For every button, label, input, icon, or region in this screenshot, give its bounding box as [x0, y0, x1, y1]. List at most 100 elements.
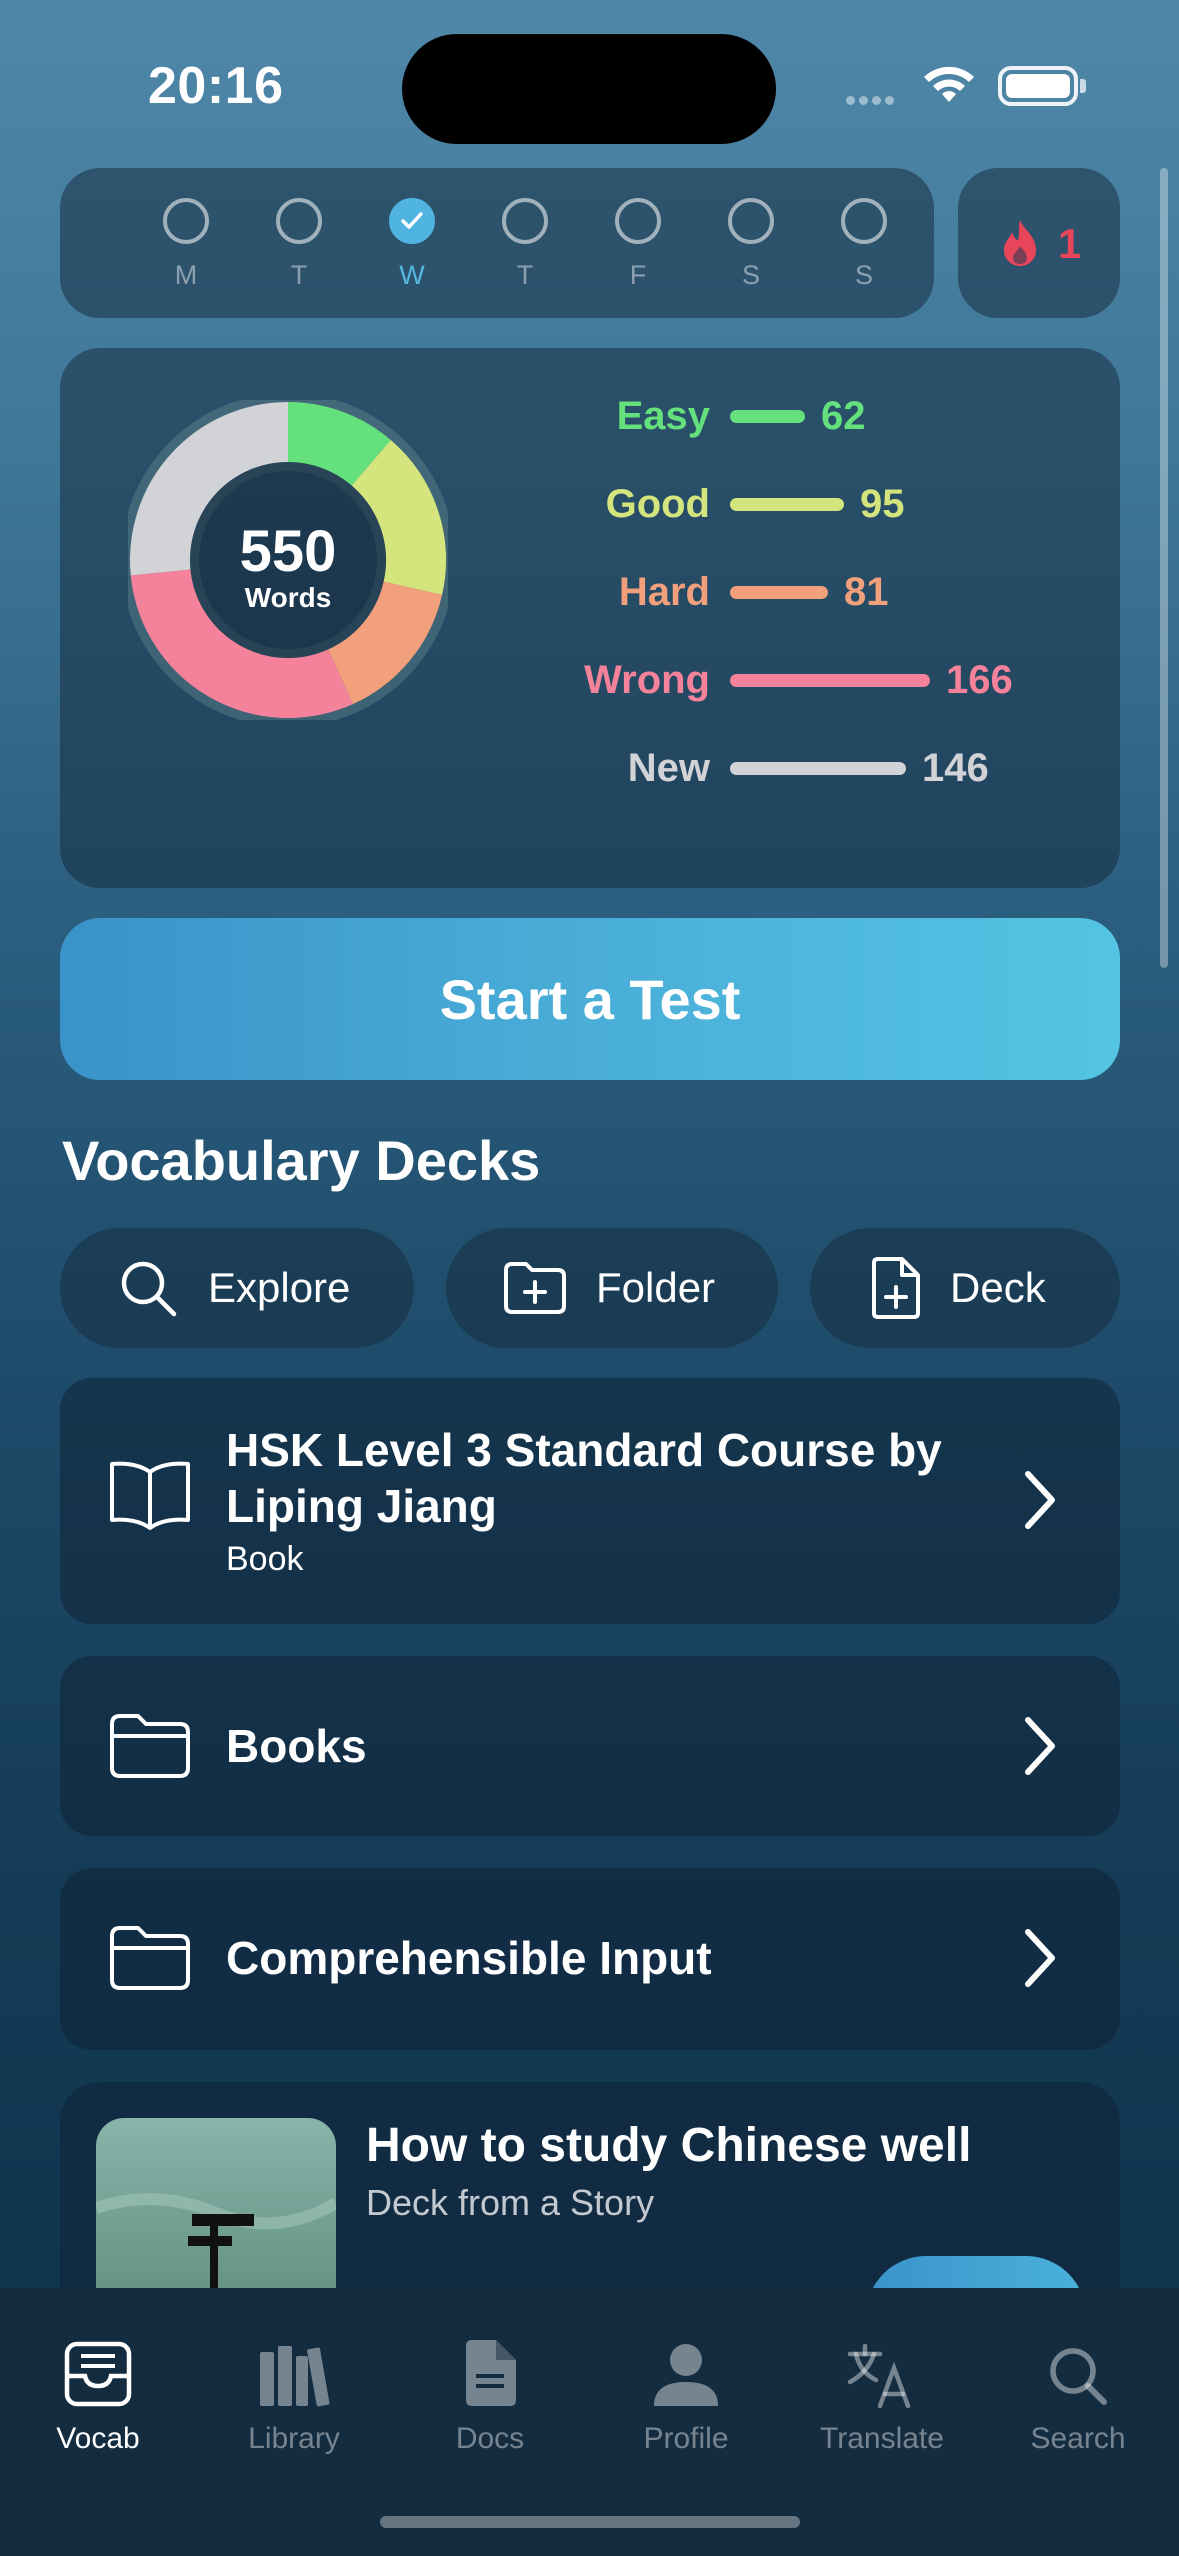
folder-icon: [110, 1926, 190, 1990]
legend-label: Wrong: [584, 658, 710, 702]
folder-label: Folder: [596, 1264, 716, 1311]
day-label: S: [854, 260, 873, 290]
tab-label: Translate: [820, 2422, 944, 2455]
start-test-label: Start a Test: [439, 967, 741, 1031]
streak-count: 1: [1058, 220, 1082, 267]
search-icon: [1050, 2348, 1107, 2405]
chevron-right-icon: [1025, 1929, 1055, 1987]
day-check-circle: [389, 198, 435, 244]
day-circle: [841, 198, 887, 244]
day-circle: [276, 198, 322, 244]
battery-icon: [998, 66, 1078, 106]
day-label: T: [290, 260, 308, 290]
day-label: F: [629, 260, 647, 290]
legend-bar: [730, 674, 930, 687]
legend-label: Hard: [618, 570, 710, 614]
story-title: How to study Chinese well: [366, 2119, 972, 2172]
tab-translate[interactable]: Translate: [784, 2318, 980, 2456]
new-folder-button[interactable]: Folder: [446, 1228, 778, 1348]
legend-value: 62: [821, 394, 866, 438]
tab-search[interactable]: Search: [980, 2318, 1176, 2456]
battery-tip: [1080, 79, 1086, 93]
legend-bar: [730, 498, 844, 511]
section-title: Vocabulary Decks: [62, 1129, 541, 1192]
day-wednesday: W: [382, 198, 442, 291]
vocab-tray-icon: [64, 2341, 132, 2407]
legend-value: 146: [922, 746, 989, 790]
legend-value: 95: [860, 482, 905, 526]
start-test-button[interactable]: Start a Test: [60, 918, 1120, 1080]
day-label: T: [516, 260, 534, 290]
deck-label: Deck: [950, 1264, 1046, 1311]
checkmark-icon: [401, 212, 423, 229]
tab-docs[interactable]: Docs: [392, 2318, 588, 2456]
legend-row-wrong: Wrong 166: [550, 650, 1110, 710]
deck-item-hsk3[interactable]: HSK Level 3 Standard Course by Liping Ji…: [60, 1378, 1120, 1624]
deck-title: Books: [226, 1720, 367, 1772]
legend-value: 81: [844, 570, 889, 614]
deck-title-line1: HSK Level 3 Standard Course by: [226, 1424, 942, 1476]
donut-center: 550 Words: [128, 400, 448, 720]
day-circle: [728, 198, 774, 244]
status-time: 20:16: [148, 57, 284, 115]
legend-row-good: Good 95: [550, 474, 1110, 534]
new-deck-button[interactable]: Deck: [810, 1228, 1120, 1348]
folder-plus-icon: [504, 1262, 566, 1314]
total-words-count: 550: [239, 519, 337, 584]
chevron-right-icon: [1025, 1471, 1055, 1529]
day-circle: [615, 198, 661, 244]
deck-title: Comprehensible Input: [226, 1932, 712, 1984]
dynamic-island: [402, 34, 776, 144]
translate-icon: [847, 2344, 911, 2408]
deck-title-line2: Liping Jiang: [226, 1480, 497, 1532]
total-words-label: Words: [244, 582, 332, 613]
wifi-icon: [920, 62, 978, 111]
day-tuesday: T: [269, 198, 329, 291]
legend-row-easy: Easy 62: [550, 386, 1110, 446]
legend-label: Easy: [616, 394, 710, 438]
tab-vocab[interactable]: Vocab: [0, 2318, 196, 2456]
day-label: M: [174, 260, 198, 290]
streak-badge[interactable]: 1: [958, 168, 1120, 318]
tab-label: Vocab: [56, 2422, 140, 2455]
deck-item-comprehensible-input[interactable]: Comprehensible Input: [60, 1868, 1120, 2050]
legend-bar: [730, 586, 828, 599]
stats-card: 550 Words Easy 62 Good 95 Hard 81 Wrong 166 New 1…: [60, 348, 1120, 888]
deck-item-books[interactable]: Books: [60, 1656, 1120, 1836]
day-circle: [502, 198, 548, 244]
day-monday: M: [156, 198, 216, 291]
chevron-right-icon: [1025, 1717, 1055, 1775]
scrollbar[interactable]: [1160, 168, 1168, 968]
tab-label: Library: [248, 2422, 340, 2455]
day-label: S: [741, 260, 760, 290]
day-circle: [163, 198, 209, 244]
legend-label: Good: [605, 482, 710, 526]
tab-library[interactable]: Library: [196, 2318, 392, 2456]
day-saturday: S: [721, 198, 781, 291]
folder-icon: [110, 1714, 190, 1778]
story-subtitle: Deck from a Story: [366, 2182, 655, 2223]
tab-label: Docs: [455, 2422, 525, 2455]
search-icon: [121, 1261, 177, 1317]
day-thursday: T: [495, 198, 555, 291]
day-friday: F: [608, 198, 668, 291]
day-label: W: [399, 260, 425, 290]
book-icon: [110, 1461, 190, 1530]
explore-button[interactable]: Explore: [60, 1228, 414, 1348]
tab-profile[interactable]: Profile: [588, 2318, 784, 2456]
explore-label: Explore: [208, 1264, 351, 1311]
document-icon: [466, 2340, 516, 2406]
document-plus-icon: [872, 1257, 920, 1319]
person-icon: [654, 2344, 718, 2406]
legend-value: 166: [946, 658, 1013, 702]
cellular-signal-icon: [846, 92, 898, 110]
deck-subtitle: Book: [226, 1540, 304, 1578]
legend-row-new: New 146: [550, 738, 1110, 798]
legend-bar: [730, 762, 906, 775]
legend-row-hard: Hard 81: [550, 562, 1110, 622]
legend-bar: [730, 410, 805, 423]
tab-label: Search: [1030, 2422, 1126, 2455]
week-tracker: M T W T F S S: [60, 168, 934, 318]
legend-label: New: [627, 746, 710, 790]
tab-label: Profile: [643, 2422, 729, 2455]
